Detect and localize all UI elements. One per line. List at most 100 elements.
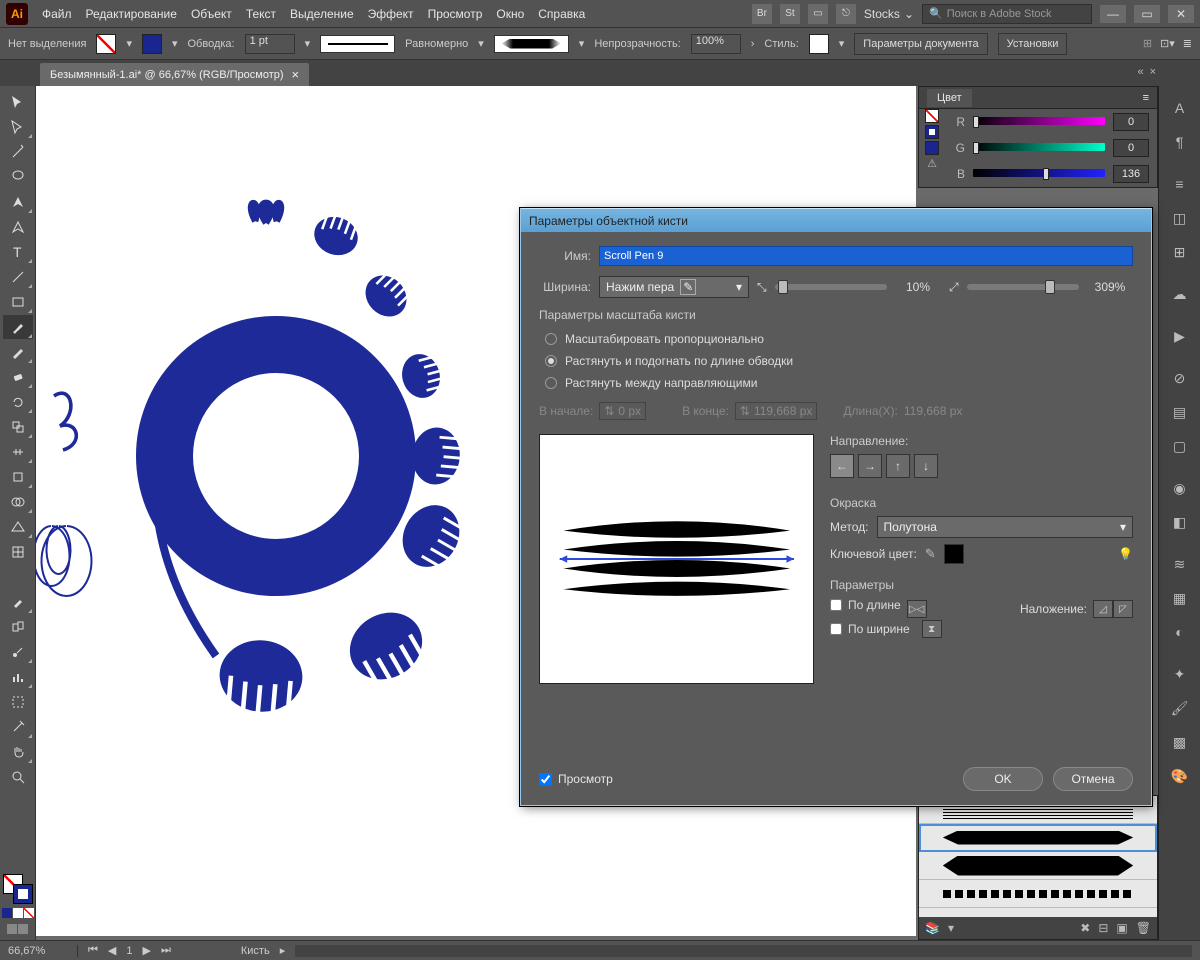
brush-name-input[interactable]: [599, 246, 1133, 266]
stroke-mini[interactable]: [925, 125, 939, 139]
brush-item-selected[interactable]: [919, 824, 1157, 852]
magic-wand-tool[interactable]: [3, 140, 33, 164]
new-brush-icon[interactable]: ▣: [1116, 921, 1127, 935]
direction-down-button[interactable]: ↓: [914, 454, 938, 478]
fill-mini[interactable]: [925, 109, 939, 123]
menu-edit[interactable]: Редактирование: [86, 7, 177, 21]
panel-menu-icon[interactable]: ≣: [1183, 37, 1192, 50]
panel-close-icon[interactable]: ×: [1150, 66, 1156, 78]
flip-length-checkbox[interactable]: По длине: [830, 598, 901, 612]
opacity-input[interactable]: 100%: [691, 34, 741, 54]
pencil-tool[interactable]: [3, 340, 33, 364]
style-swatch[interactable]: [809, 34, 829, 54]
direction-up-button[interactable]: ↑: [886, 454, 910, 478]
eraser-tool[interactable]: [3, 365, 33, 389]
panel-menu-icon[interactable]: ≡: [1143, 92, 1149, 104]
menu-view[interactable]: Просмотр: [428, 7, 483, 21]
artboards-panel-icon[interactable]: ▢: [1164, 430, 1196, 462]
width-mode-select[interactable]: Нажим пера✎▾: [599, 276, 749, 298]
character-panel-icon[interactable]: A: [1164, 92, 1196, 124]
direct-selection-tool[interactable]: [3, 115, 33, 139]
menu-select[interactable]: Выделение: [290, 7, 354, 21]
curvature-tool[interactable]: [3, 215, 33, 239]
stroke-swatch[interactable]: [142, 34, 162, 54]
blend-tool[interactable]: [3, 615, 33, 639]
menu-window[interactable]: Окно: [496, 7, 524, 21]
width-max-value[interactable]: 309%: [1087, 280, 1133, 294]
delete-brush-icon[interactable]: 🗑: [1136, 921, 1151, 935]
width-max-slider[interactable]: [967, 284, 1079, 290]
artboard-tool[interactable]: [3, 690, 33, 714]
window-restore-icon[interactable]: ▭: [1134, 5, 1160, 23]
brush-item[interactable]: [919, 880, 1157, 908]
scale-proportional-radio[interactable]: Масштабировать пропорционально: [545, 328, 1133, 350]
scale-stretch-radio[interactable]: Растянуть и подогнать по длине обводки: [545, 350, 1133, 372]
free-transform-tool[interactable]: [3, 465, 33, 489]
g-slider[interactable]: [973, 143, 1105, 153]
color-panel-icon[interactable]: 🎨: [1164, 760, 1196, 792]
width-tool[interactable]: [3, 440, 33, 464]
direction-left-button[interactable]: ←: [830, 454, 854, 478]
window-minimize-icon[interactable]: —: [1100, 5, 1126, 23]
b-slider[interactable]: [973, 169, 1105, 179]
ok-button[interactable]: OK: [963, 767, 1043, 791]
menu-help[interactable]: Справка: [538, 7, 585, 21]
brush-list[interactable]: [919, 796, 1157, 917]
transform-icon[interactable]: ⊡▾: [1160, 37, 1175, 50]
swatches-panel-icon[interactable]: ▩: [1164, 726, 1196, 758]
color-panel-tab[interactable]: Цвет≡: [919, 87, 1157, 109]
nav-prev-icon[interactable]: ◀: [108, 944, 116, 957]
column-graph-tool[interactable]: [3, 665, 33, 689]
menu-effect[interactable]: Эффект: [368, 7, 414, 21]
r-slider[interactable]: [973, 117, 1105, 127]
nav-next-icon[interactable]: ▶: [143, 944, 151, 957]
symbol-sprayer-tool[interactable]: [3, 640, 33, 664]
brush-options-icon[interactable]: ⊟: [1098, 921, 1108, 935]
symbols-panel-icon[interactable]: ✦: [1164, 658, 1196, 690]
paintbrush-tool[interactable]: [3, 315, 33, 339]
menu-text[interactable]: Текст: [246, 7, 276, 21]
mesh-tool[interactable]: [3, 540, 33, 564]
dialog-title-bar[interactable]: Параметры объектной кисти: [521, 208, 1151, 232]
collapse-left-icon[interactable]: «: [1137, 66, 1143, 78]
appearance-panel-icon[interactable]: ◉: [1164, 472, 1196, 504]
close-tab-icon[interactable]: ×: [292, 67, 300, 82]
artboard-nav[interactable]: 1: [126, 945, 132, 957]
nav-last-icon[interactable]: ⏭: [161, 944, 171, 957]
window-close-icon[interactable]: ✕: [1168, 5, 1194, 23]
menu-object[interactable]: Объект: [191, 7, 232, 21]
scale-tool[interactable]: [3, 415, 33, 439]
transform-panel-icon[interactable]: ⊞: [1164, 236, 1196, 268]
fill-swatch[interactable]: [96, 34, 116, 54]
stroke-indicator[interactable]: [13, 884, 33, 904]
brushes-panel-icon[interactable]: 🖌: [1164, 692, 1196, 724]
cancel-button[interactable]: Отмена: [1053, 767, 1133, 791]
eyedropper-icon[interactable]: ✎: [925, 546, 936, 562]
zoom-level[interactable]: 66,67%: [8, 945, 78, 957]
horizontal-scrollbar[interactable]: [295, 945, 1192, 957]
transparency-panel-icon[interactable]: ◐: [1164, 616, 1196, 648]
links-panel-icon[interactable]: ⊘: [1164, 362, 1196, 394]
paragraph-panel-icon[interactable]: ¶: [1164, 126, 1196, 158]
zoom-tool[interactable]: [3, 765, 33, 789]
layers-panel-icon[interactable]: ▤: [1164, 396, 1196, 428]
lasso-tool[interactable]: [3, 165, 33, 189]
pen-tool[interactable]: [3, 190, 33, 214]
gradient-tool[interactable]: [3, 565, 33, 589]
stroke-weight-input[interactable]: 1 pt: [245, 34, 295, 54]
colorization-method-select[interactable]: Полутона▾: [877, 516, 1133, 538]
r-value[interactable]: 0: [1113, 113, 1149, 131]
menu-file[interactable]: Файл: [42, 7, 72, 21]
rotate-tool[interactable]: [3, 390, 33, 414]
tips-icon[interactable]: 💡: [1118, 547, 1133, 561]
direction-right-button[interactable]: →: [858, 454, 882, 478]
align-panel-icon[interactable]: ≡: [1164, 168, 1196, 200]
width-min-slider[interactable]: [775, 284, 887, 290]
brush-definition[interactable]: [494, 35, 569, 53]
stroke-panel-icon[interactable]: ≋: [1164, 548, 1196, 580]
screen-mode-toggles[interactable]: [2, 924, 34, 934]
bridge-icon[interactable]: Br: [752, 4, 772, 24]
line-tool[interactable]: [3, 265, 33, 289]
key-color-swatch[interactable]: [944, 544, 964, 564]
overlap-option-2[interactable]: ◸: [1113, 600, 1133, 618]
